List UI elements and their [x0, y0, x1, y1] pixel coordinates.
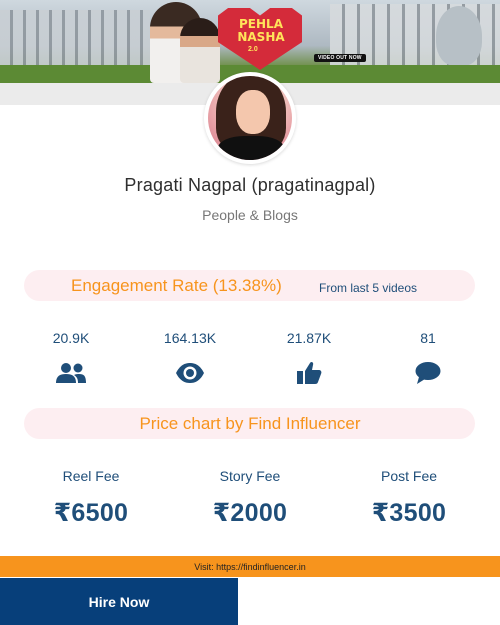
profile-category: People & Blogs [202, 207, 298, 223]
followers-icon [16, 360, 126, 386]
stat-comments: 81 [373, 330, 483, 386]
fee-post: Post Fee ₹3500 [334, 468, 484, 528]
hire-now-button[interactable]: Hire Now [0, 578, 238, 625]
avatar-photo [208, 76, 292, 160]
stat-comments-value: 81 [420, 330, 436, 346]
banner-video-tag: VIDEO OUT NOW [314, 54, 366, 62]
visit-link[interactable]: Visit: https://findinfluencer.in [0, 556, 500, 577]
stat-followers-value: 20.9K [52, 330, 90, 346]
fee-reel: Reel Fee ₹6500 [16, 468, 166, 528]
fee-post-amount: ₹3500 [371, 499, 447, 527]
banner-logo-sub: 2.0 [248, 46, 258, 53]
engagement-rate: Engagement Rate (13.38%) [71, 276, 282, 295]
eye-icon [135, 360, 245, 386]
stat-views-value: 164.13K [163, 330, 217, 346]
fee-post-label: Post Fee [380, 468, 438, 484]
comment-icon [373, 360, 483, 386]
fee-story-amount: ₹2000 [212, 499, 288, 527]
fee-reel-amount: ₹6500 [53, 499, 129, 527]
banner-tree [436, 6, 482, 66]
engagement-subtitle: From last 5 videos [319, 281, 418, 295]
stat-views: 164.13K [135, 330, 245, 386]
banner-logo-text: PEHLA NASHA [226, 18, 296, 44]
banner-person [180, 18, 220, 83]
avatar [204, 72, 296, 164]
stat-likes: 21.87K [254, 330, 364, 386]
profile-name: Pragati Nagpal (pragatinagpal) [124, 175, 376, 195]
fee-story: Story Fee ₹2000 [175, 468, 325, 528]
stat-followers: 20.9K [16, 330, 126, 386]
banner-logo-line2: NASHA [237, 30, 285, 44]
fee-story-label: Story Fee [219, 468, 281, 484]
banner-building-left [0, 10, 150, 68]
thumbs-up-icon [254, 360, 364, 386]
fee-reel-label: Reel Fee [62, 468, 120, 484]
price-chart-title: Price chart by Find Influencer [139, 414, 361, 433]
stat-likes-value: 21.87K [286, 330, 332, 346]
cover-banner: PEHLA NASHA 2.0 VIDEO OUT NOW [0, 0, 500, 83]
